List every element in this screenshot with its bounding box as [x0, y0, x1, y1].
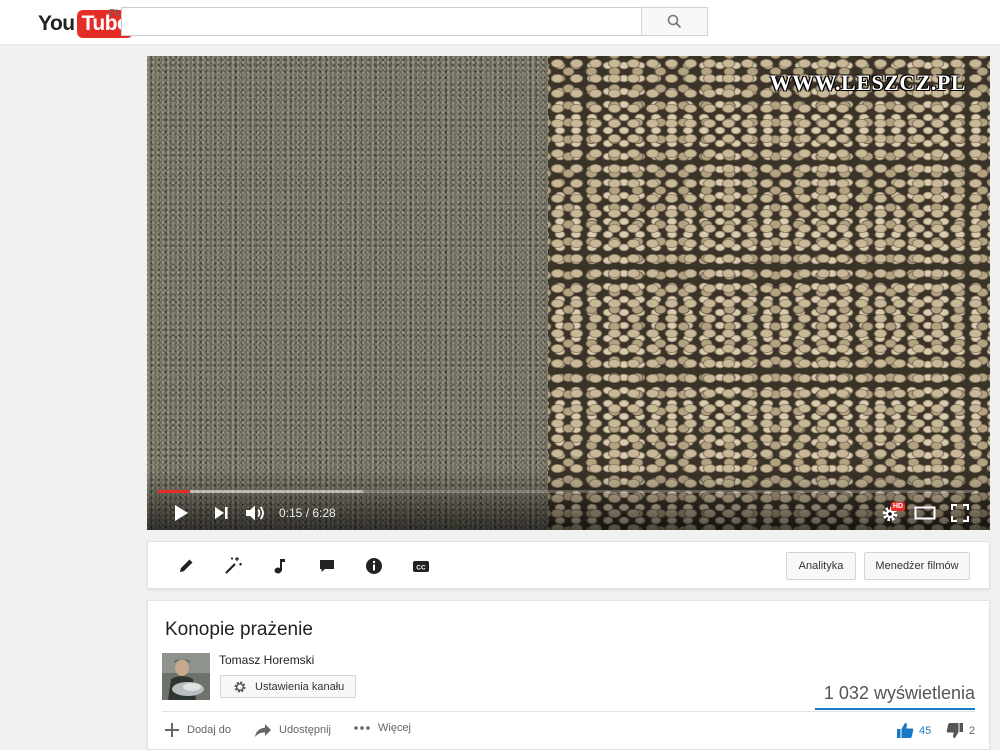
- info-icon: [366, 558, 382, 574]
- analytics-button[interactable]: Analityka: [786, 552, 856, 580]
- masthead: You Tube PL: [0, 0, 1000, 45]
- video-frame-whole-seeds: [548, 56, 990, 530]
- volume-icon: [246, 505, 264, 521]
- more-label: Więcej: [378, 722, 412, 734]
- play-icon: [175, 505, 188, 521]
- next-icon: [215, 507, 228, 519]
- search-icon: [667, 14, 682, 29]
- thumbs-up-icon: [897, 723, 914, 738]
- progress-bar[interactable]: [158, 490, 978, 493]
- time-separator: /: [302, 506, 313, 520]
- search-button[interactable]: [641, 7, 708, 36]
- logo-region-code: PL: [109, 8, 122, 19]
- channel-name[interactable]: Tomasz Horemski: [219, 653, 314, 667]
- video-manager-button[interactable]: Menedżer filmów: [864, 552, 970, 580]
- channel-settings-label: Ustawienia kanału: [255, 680, 345, 693]
- annotations-button[interactable]: [317, 556, 337, 576]
- pencil-icon: [180, 559, 193, 572]
- dislike-count: 2: [969, 724, 976, 737]
- youtube-logo[interactable]: You Tube PL: [38, 8, 134, 38]
- creator-toolbar: CC Analityka Menedżer filmów: [147, 541, 990, 589]
- plus-icon: [165, 723, 179, 737]
- more-dots-icon: [354, 726, 370, 730]
- add-to-label: Dodaj do: [187, 724, 232, 736]
- audio-button[interactable]: [270, 556, 290, 576]
- like-button[interactable]: 45: [896, 722, 931, 739]
- video-frame-ground-seeds: [147, 56, 548, 530]
- divider: [162, 711, 975, 712]
- annotation-icon: [320, 560, 334, 572]
- logo-you-text: You: [38, 12, 75, 35]
- magic-wand-icon: [225, 557, 242, 574]
- music-note-icon: [274, 559, 285, 574]
- edit-button[interactable]: [176, 556, 196, 576]
- share-label: Udostępnij: [279, 724, 331, 736]
- next-button[interactable]: [211, 504, 231, 522]
- cards-button[interactable]: [364, 556, 384, 576]
- channel-avatar-image: [162, 653, 210, 700]
- gear-icon: [234, 681, 246, 692]
- fullscreen-icon: [951, 504, 969, 522]
- like-count: 45: [919, 724, 932, 737]
- theater-mode-button[interactable]: [913, 503, 937, 523]
- video-title: Konopie prażenie: [165, 619, 313, 640]
- progress-played: [158, 490, 190, 493]
- cc-icon: CC: [413, 561, 429, 572]
- video-info-card: Konopie prażenie Tomasz Horemski Ustawie…: [147, 600, 990, 750]
- svg-text:CC: CC: [416, 564, 426, 571]
- add-to-button[interactable]: Dodaj do: [164, 722, 231, 738]
- subtitles-button[interactable]: CC: [411, 556, 431, 576]
- play-button[interactable]: [171, 503, 191, 523]
- time-current: 0:15: [279, 506, 303, 520]
- like-ratio-bar: [815, 708, 975, 710]
- share-button[interactable]: Udostępnij: [254, 722, 331, 738]
- view-count: 1 032 wyświetlenia: [823, 683, 975, 703]
- thumbs-down-icon: [946, 723, 963, 738]
- settings-button[interactable]: HD: [878, 502, 906, 524]
- enhancements-button[interactable]: [223, 556, 243, 576]
- share-arrow-icon: [255, 724, 271, 737]
- dislike-button[interactable]: 2: [946, 722, 975, 739]
- channel-settings-button[interactable]: Ustawienia kanału: [220, 675, 356, 698]
- hd-badge: HD: [891, 502, 906, 511]
- channel-avatar[interactable]: [162, 653, 210, 700]
- controls-gradient: [147, 470, 990, 530]
- more-button[interactable]: Więcej: [353, 722, 411, 734]
- search-input[interactable]: [121, 7, 642, 36]
- video-watermark: WWW.LESZCZ.PL: [769, 70, 966, 95]
- volume-button[interactable]: [245, 503, 267, 523]
- fullscreen-button[interactable]: [949, 503, 971, 523]
- time-total: 6:28: [312, 506, 336, 520]
- time-display: 0:15 / 6:28: [279, 505, 336, 521]
- video-player[interactable]: WWW.LESZCZ.PL 0:15 / 6:28 HD: [147, 56, 990, 530]
- theater-mode-icon: [914, 506, 936, 520]
